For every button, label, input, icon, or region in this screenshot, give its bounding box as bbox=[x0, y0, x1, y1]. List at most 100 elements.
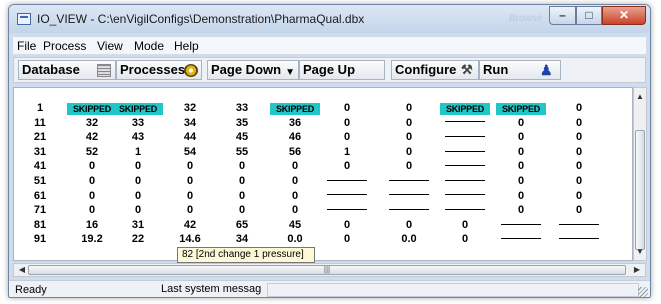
row-index-cell: 21 bbox=[33, 131, 47, 144]
value-cell: 32 bbox=[85, 116, 99, 129]
table-row: 71 0 0 0 0 0 0 0 bbox=[14, 204, 632, 218]
horizontal-scroll-thumb[interactable]: ||| bbox=[28, 265, 626, 275]
row-index-cell: 11 bbox=[34, 116, 46, 129]
value-cell: 0 bbox=[238, 160, 246, 173]
value-cell: 1 bbox=[343, 145, 351, 158]
status-message: Last system messag bbox=[161, 283, 262, 295]
value-cell: 0 bbox=[238, 189, 246, 202]
value-cell: 0 bbox=[461, 218, 469, 231]
value-cell: 0 bbox=[575, 189, 583, 202]
value-cell: 22 bbox=[131, 233, 145, 246]
empty-line-cell bbox=[440, 175, 490, 187]
maximize-icon: □ bbox=[585, 8, 593, 22]
run-button[interactable]: Run ♟ bbox=[479, 60, 561, 80]
menu-process[interactable]: Process bbox=[43, 39, 86, 53]
menu-help[interactable]: Help bbox=[174, 39, 199, 53]
value-cell: 16 bbox=[85, 218, 99, 231]
title-bar[interactable]: IO_VIEW - C:\enVigilConfigs\Demonstratio… bbox=[9, 5, 650, 33]
value-cell: 0 bbox=[291, 175, 299, 187]
arrow-down-icon: ▼ bbox=[285, 67, 295, 78]
value-cell: 0 bbox=[343, 233, 351, 246]
close-button[interactable]: ✕ bbox=[602, 6, 646, 25]
row-index-cell: 71 bbox=[33, 204, 47, 217]
value-cell: 0 bbox=[517, 189, 525, 202]
page-down-button[interactable]: Page Down ▼ bbox=[207, 60, 299, 80]
empty-line-cell bbox=[440, 160, 490, 172]
value-cell: 0 bbox=[517, 145, 525, 158]
empty-line-cell bbox=[440, 131, 490, 143]
value-cell: 0 bbox=[291, 189, 299, 202]
value-cell: 0 bbox=[517, 204, 525, 217]
page-up-button[interactable]: Page Up ▲ bbox=[299, 60, 400, 80]
value-cell: 0 bbox=[186, 175, 194, 187]
empty-line-cell bbox=[440, 190, 490, 202]
value-cell: 45 bbox=[235, 131, 249, 144]
value-cell: 0 bbox=[291, 204, 299, 217]
minimize-button[interactable]: – bbox=[549, 6, 576, 25]
table-row: 11 32 33 34 35 36 0 0 0 0 bbox=[14, 117, 632, 131]
empty-line-cell bbox=[384, 204, 434, 216]
value-cell: 0 bbox=[186, 160, 194, 173]
app-icon bbox=[17, 13, 31, 25]
value-cell: 0 bbox=[575, 131, 583, 144]
value-cell: 0 bbox=[575, 145, 583, 158]
value-cell: 42 bbox=[183, 218, 197, 231]
run-label: Run bbox=[483, 62, 509, 77]
row-index-cell: 81 bbox=[33, 218, 47, 231]
table-row: 51 0 0 0 0 0 0 0 bbox=[14, 175, 632, 189]
value-cell: 45 bbox=[288, 218, 302, 231]
minimize-icon: – bbox=[559, 8, 566, 22]
close-icon: ✕ bbox=[618, 8, 630, 22]
value-cell: 36 bbox=[288, 116, 302, 129]
value-cell: 0 bbox=[405, 131, 413, 144]
app-window: IO_VIEW - C:\enVigilConfigs\Demonstratio… bbox=[8, 4, 651, 298]
value-cell: 44 bbox=[183, 131, 197, 144]
resize-grip-icon[interactable] bbox=[638, 287, 648, 297]
value-cell: 0 bbox=[343, 160, 351, 173]
scroll-right-icon[interactable]: ▶ bbox=[631, 264, 643, 276]
table-row: 31 52 1 54 55 56 1 0 0 0 bbox=[14, 146, 632, 160]
skipped-cell: SKIPPED bbox=[270, 103, 320, 115]
processes-button[interactable]: Processes bbox=[116, 60, 202, 80]
row-index-cell: 91 bbox=[33, 233, 47, 246]
scroll-left-icon[interactable]: ◀ bbox=[16, 264, 28, 276]
value-cell: 0 bbox=[238, 204, 246, 217]
value-cell: 0 bbox=[405, 218, 413, 231]
vertical-scroll-thumb[interactable] bbox=[635, 130, 645, 250]
value-cell: 33 bbox=[131, 116, 145, 129]
database-icon bbox=[97, 64, 111, 77]
value-cell: 0 bbox=[343, 131, 351, 144]
empty-line-cell bbox=[440, 204, 490, 216]
value-cell: 0.0 bbox=[401, 233, 417, 246]
value-cell: 0 bbox=[343, 102, 351, 114]
empty-line-cell bbox=[440, 117, 490, 129]
value-cell: 0 bbox=[575, 175, 583, 187]
maximize-button[interactable]: □ bbox=[576, 6, 602, 25]
page-up-label: Page Up bbox=[303, 62, 356, 77]
menu-mode[interactable]: Mode bbox=[134, 39, 164, 53]
value-cell: 35 bbox=[235, 116, 249, 129]
menu-file[interactable]: File bbox=[17, 39, 36, 53]
io-grid: 1 SKIPPED SKIPPED 32 33 SKIPPED 0 0 SKIPPED SKIPP… bbox=[13, 87, 633, 261]
value-cell: 34 bbox=[183, 116, 197, 129]
toolbar: Database Processes Page Down ▼ Page Up ▲… bbox=[13, 57, 646, 83]
value-cell: 0 bbox=[517, 160, 525, 173]
value-cell: 0 bbox=[343, 218, 351, 231]
scroll-up-icon[interactable]: ▲ bbox=[634, 90, 646, 103]
scroll-down-icon[interactable]: ▼ bbox=[634, 245, 646, 258]
menu-view[interactable]: View bbox=[97, 39, 123, 53]
value-cell: 0 bbox=[343, 116, 351, 129]
value-cell: 56 bbox=[288, 145, 302, 158]
configure-button[interactable]: Configure ⚒ bbox=[391, 60, 479, 80]
table-row: 21 42 43 44 45 46 0 0 0 0 bbox=[14, 131, 632, 145]
value-cell: 0 bbox=[88, 175, 96, 187]
skipped-cell: SKIPPED bbox=[496, 103, 546, 115]
tooltip: 82 [2nd change 1 pressure] bbox=[177, 247, 315, 263]
database-button[interactable]: Database bbox=[18, 60, 116, 80]
vertical-scrollbar[interactable]: ▲ ▼ bbox=[633, 87, 647, 261]
value-cell: 46 bbox=[288, 131, 302, 144]
horizontal-scrollbar[interactable]: ◀ ||| ▶ bbox=[13, 263, 646, 277]
value-cell: 0 bbox=[134, 175, 142, 187]
status-message-panel bbox=[267, 283, 639, 297]
value-cell: 55 bbox=[235, 145, 249, 158]
